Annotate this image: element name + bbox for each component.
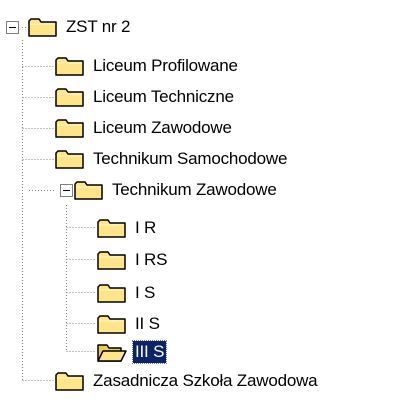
folder-icon [55, 119, 84, 138]
tree-node-label: ZST nr 2 [66, 17, 131, 36]
folder-icon [55, 57, 84, 76]
tree-node-technikum-samochodowe[interactable]: Technikum Samochodowe [55, 147, 289, 171]
tree-node-liceum-techniczne[interactable]: Liceum Techniczne [55, 85, 236, 109]
folder-icon [97, 251, 126, 270]
tree-view[interactable]: ZST nr 2 Liceum Profilowane Liceum Techn… [0, 0, 419, 410]
tree-node-root[interactable]: ZST nr 2 [28, 15, 132, 39]
tree-node-ii-s[interactable]: II S [97, 312, 162, 336]
tree-node-i-r[interactable]: I R [97, 216, 158, 240]
folder-icon [74, 181, 103, 200]
tree-node-technikum-zawodowe[interactable]: Technikum Zawodowe [74, 178, 279, 202]
tree-node-label: I RS [135, 250, 168, 269]
open-folder-icon [97, 344, 127, 362]
tree-node-i-rs[interactable]: I RS [97, 248, 169, 272]
tree-node-label: Technikum Samochodowe [93, 149, 288, 168]
tree-node-liceum-profilowane[interactable]: Liceum Profilowane [55, 54, 240, 78]
folder-icon [55, 372, 84, 391]
tree-node-label: I R [135, 218, 157, 237]
tree-node-label: Technikum Zawodowe [112, 180, 277, 199]
tree-node-label-selected: III S [131, 340, 168, 364]
folder-icon [97, 284, 126, 303]
collapse-root-toggle[interactable] [6, 21, 19, 34]
folder-icon [97, 219, 126, 238]
tree-node-i-s[interactable]: I S [97, 281, 157, 305]
tree-node-label: I S [135, 283, 156, 302]
collapse-technikum-zawodowe-toggle[interactable] [60, 184, 73, 197]
tree-node-label: II S [135, 314, 160, 333]
tree-node-liceum-zawodowe[interactable]: Liceum Zawodowe [55, 116, 234, 140]
tree-node-label: Liceum Techniczne [93, 87, 234, 106]
folder-icon [55, 150, 84, 169]
folder-icon [55, 88, 84, 107]
tree-node-label: Zasadnicza Szkoła Zawodowa [93, 371, 318, 390]
folder-icon [28, 18, 57, 37]
tree-node-label: Liceum Profilowane [93, 56, 238, 75]
folder-icon [97, 315, 126, 334]
tree-node-label: Liceum Zawodowe [93, 118, 232, 137]
tree-node-zasadnicza-szkola-zawodowa[interactable]: Zasadnicza Szkoła Zawodowa [55, 369, 319, 393]
tree-node-iii-s[interactable]: III S [97, 340, 168, 364]
